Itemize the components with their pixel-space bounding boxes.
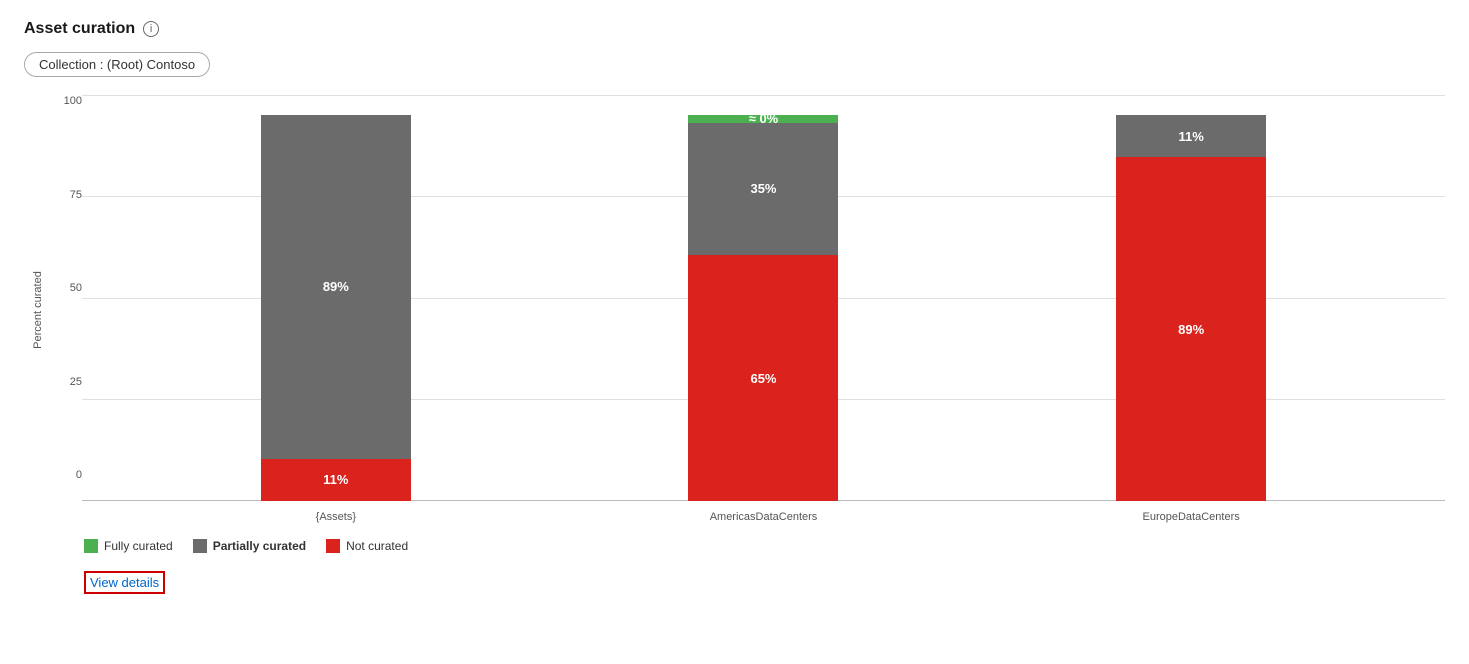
bar-stack-0: 11%89% [261, 115, 411, 501]
y-axis-ticks: 0255075100 [52, 95, 82, 505]
legend-item-not-curated: Not curated [326, 539, 408, 553]
legend: Fully curated Partially curated Not curate… [84, 539, 1445, 553]
y-axis-label: Percent curated [32, 271, 44, 349]
legend-swatch-not-curated [326, 539, 340, 553]
page-title: Asset curation [24, 20, 135, 38]
bar-segment-0-not-curated: 11% [261, 459, 411, 501]
chart-inner: 11%89%65%35%≈ 0%89%11% {Assets}AmericasD… [82, 95, 1445, 525]
page-title-row: Asset curation i [24, 20, 1445, 38]
y-axis-label-wrapper: Percent curated [24, 95, 52, 525]
bar-segment-0-partial: 89% [261, 115, 411, 459]
legend-swatch-full [84, 539, 98, 553]
legend-swatch-partial [193, 539, 207, 553]
x-label-1: AmericasDataCenters [678, 511, 848, 523]
y-tick-75: 75 [70, 189, 82, 201]
bar-segment-1-partial: 35% [688, 123, 838, 255]
bar-stack-2: 89%11% [1116, 115, 1266, 501]
bar-segment-2-not-curated: 89% [1116, 157, 1266, 501]
legend-label-full: Fully curated [104, 539, 173, 553]
y-tick-100: 100 [64, 95, 82, 107]
bars-row: 11%89%65%35%≈ 0%89%11% [82, 95, 1445, 501]
legend-item-partial: Partially curated [193, 539, 306, 553]
y-tick-25: 25 [70, 376, 82, 388]
legend-label-not-curated: Not curated [346, 539, 408, 553]
bar-group-2: 89%11% [1106, 115, 1276, 501]
x-label-0: {Assets} [251, 511, 421, 523]
view-details-link[interactable]: View details [84, 571, 165, 594]
x-label-2: EuropeDataCenters [1106, 511, 1276, 523]
legend-item-full: Fully curated [84, 539, 173, 553]
bar-stack-1: 65%35%≈ 0% [688, 115, 838, 501]
info-icon[interactable]: i [143, 21, 159, 37]
bar-segment-1-not-curated: 65% [688, 255, 838, 501]
x-axis-labels: {Assets} AmericasDataCenters EuropeDataCen… [82, 511, 1445, 523]
legend-label-partial: Partially curated [213, 539, 306, 553]
chart-container: Percent curated 0255075100 11%89%65%35%≈… [24, 95, 1445, 525]
bar-group-0: 11%89% [251, 115, 421, 501]
bar-group-1: 65%35%≈ 0% [678, 115, 848, 501]
bar-segment-2-partial: 11% [1116, 115, 1266, 157]
collection-filter-button[interactable]: Collection : (Root) Contoso [24, 52, 210, 77]
y-tick-50: 50 [70, 282, 82, 294]
bar-segment-1-full: ≈ 0% [688, 115, 838, 123]
